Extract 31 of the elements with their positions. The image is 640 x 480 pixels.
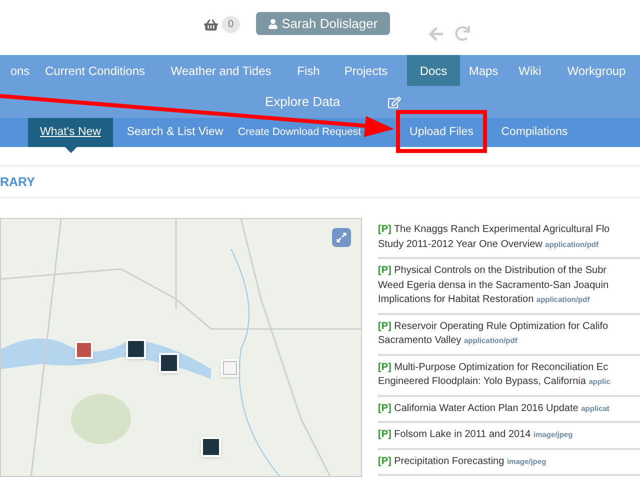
map-marker[interactable]	[159, 353, 179, 373]
sub-nav-tab[interactable]: Create Download Request	[237, 118, 362, 147]
nav-tab[interactable]: ons	[0, 55, 40, 86]
sub-nav-tab[interactable]: Compilations	[487, 118, 582, 147]
nav-tab[interactable]: Fish	[292, 55, 325, 86]
expand-button[interactable]	[332, 228, 351, 247]
nav-tab[interactable]: Wiki	[507, 55, 553, 86]
expand-icon	[336, 232, 347, 243]
nav-tab[interactable]: Explore Data	[265, 92, 340, 112]
sub-nav-tab[interactable]: Upload Files	[400, 118, 483, 147]
pointer-icon	[64, 147, 76, 153]
park-area	[71, 394, 131, 444]
map-marker[interactable]	[221, 359, 239, 377]
nav-tab[interactable]: Weather and Tides	[150, 55, 292, 86]
map-marker[interactable]	[201, 437, 221, 457]
cart-count: 0	[222, 16, 240, 33]
nav-tab[interactable]: Current Conditions	[40, 55, 150, 86]
map-marker[interactable]	[126, 339, 146, 359]
nav-tab[interactable]: Projects	[325, 55, 407, 86]
back-icon[interactable]	[428, 26, 444, 42]
nav-tab[interactable]: Docs	[407, 55, 460, 86]
user-icon	[268, 18, 278, 28]
nav-tab[interactable]: Workgroup	[553, 55, 640, 86]
sub-nav-tab[interactable]: Search & List View	[113, 118, 237, 147]
user-button[interactable]: Sarah Dolislager	[256, 12, 390, 35]
basket-icon[interactable]	[204, 18, 218, 32]
nav-tab[interactable]: Maps	[460, 55, 507, 86]
section-title: RARY	[0, 174, 35, 191]
refresh-icon[interactable]	[454, 26, 470, 41]
edit-icon[interactable]	[388, 96, 402, 108]
map-marker[interactable]	[75, 341, 93, 359]
